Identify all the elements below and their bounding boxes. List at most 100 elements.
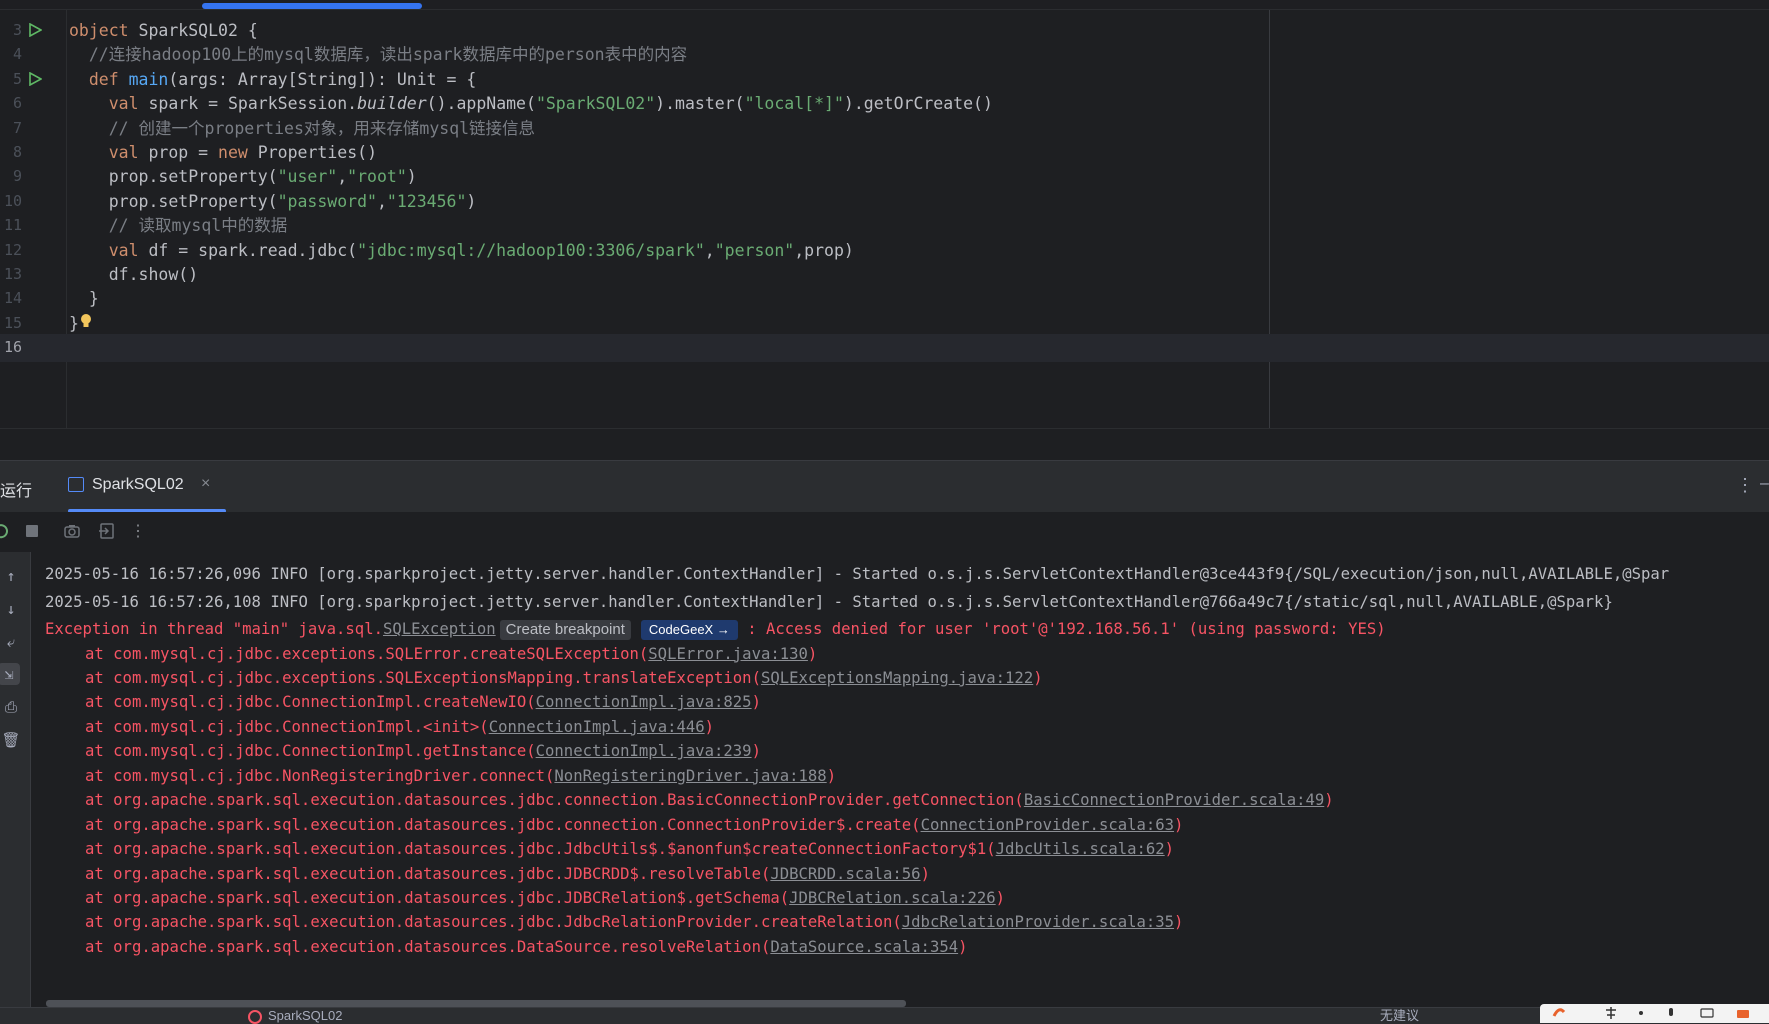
punctuation-icon[interactable] xyxy=(1634,1006,1648,1020)
stack-frame-close: ) xyxy=(751,693,761,712)
camera-icon[interactable] xyxy=(63,522,81,540)
stop-icon[interactable] xyxy=(23,522,41,540)
error-status-icon xyxy=(248,1009,262,1024)
code-token: } xyxy=(69,313,79,333)
run-toolbar: ⋮ xyxy=(0,512,1769,553)
status-bar: SparkSQL02 无建议 xyxy=(0,1007,1769,1024)
code-token: "SparkSQL02" xyxy=(535,94,656,114)
source-link[interactable]: ConnectionImpl.java:825 xyxy=(536,693,752,711)
code-token: , xyxy=(376,191,387,211)
exit-icon[interactable] xyxy=(98,522,116,540)
exception-line: Exception in thread "main" java.sql.SQLE… xyxy=(45,616,1386,644)
source-link[interactable]: SQLExceptionsMapping.java:122 xyxy=(761,669,1033,687)
editor-bottom-area xyxy=(0,428,1769,461)
code-token: , xyxy=(704,240,715,260)
source-link[interactable]: JDBCRDD.scala:56 xyxy=(770,865,920,883)
scroll-to-end-icon[interactable]: ⇲ xyxy=(0,663,20,685)
source-link[interactable]: ConnectionImpl.java:446 xyxy=(489,718,705,736)
stack-frame-close: ) xyxy=(1174,913,1184,932)
code-token: ) xyxy=(466,191,477,211)
toolbox-icon[interactable] xyxy=(1736,1006,1750,1020)
microphone-icon[interactable] xyxy=(1664,1006,1678,1020)
code-token: val xyxy=(108,143,139,162)
code-token: prop.setProperty( xyxy=(69,167,278,187)
stack-frame-text: at com.mysql.cj.jdbc.exceptions.SQLError… xyxy=(85,644,649,663)
source-link[interactable]: NonRegisteringDriver.java:188 xyxy=(554,767,826,785)
print-icon[interactable]: ⎙ xyxy=(0,696,22,718)
console-output[interactable]: 2025-05-16 16:57:26,096 INFO [org.sparkp… xyxy=(31,552,1769,1007)
code-token: df.show() xyxy=(69,265,199,284)
stack-frame-close: ) xyxy=(826,766,837,785)
run-gutter-icon[interactable] xyxy=(28,23,42,37)
stack-frame-close: ) xyxy=(995,889,1006,907)
code-token: Properties() xyxy=(247,143,377,162)
code-token: builder xyxy=(357,94,427,114)
status-run-indicator[interactable]: SparkSQL02 xyxy=(248,1008,342,1024)
stack-trace-line: at org.apache.spark.sql.execution.dataso… xyxy=(85,861,930,889)
exception-prefix: Exception in thread "main" java.sql. xyxy=(45,620,383,638)
close-icon[interactable]: × xyxy=(201,475,210,493)
lightbulb-icon[interactable] xyxy=(80,313,92,329)
code-line[interactable]: 16 xyxy=(0,334,1769,362)
code-token: (args: Array[String]): Unit = { xyxy=(168,69,477,89)
codegeex-button[interactable]: CodeGeeX → xyxy=(640,620,738,640)
more-options-icon[interactable]: ⋮ xyxy=(1736,475,1754,496)
line-number: 16 xyxy=(3,338,22,357)
code-token: ).getOrCreate() xyxy=(843,94,993,114)
more-options-icon[interactable]: ⋮ xyxy=(129,522,147,540)
keyboard-icon[interactable] xyxy=(1700,1006,1714,1020)
source-link[interactable]: ConnectionImpl.java:239 xyxy=(536,742,752,760)
source-link[interactable]: DataSource.scala:354 xyxy=(770,938,958,956)
console-line: 2025-05-16 16:57:26,108 INFO [org.sparkp… xyxy=(45,593,1613,611)
run-gutter-icon[interactable] xyxy=(28,71,42,86)
code-token: "user" xyxy=(277,167,338,187)
source-link[interactable]: JDBCRelation.scala:226 xyxy=(789,889,996,907)
rerun-icon[interactable] xyxy=(0,522,10,540)
hide-panel-icon[interactable]: – xyxy=(1760,475,1769,493)
console-side-toolbar: ↑ ↓ ⤶ ⇲ ⎙ 🗑 xyxy=(0,552,31,1007)
code-token: // 读取mysql中的数据 xyxy=(108,216,288,236)
stack-frame-text: at org.apache.spark.sql.execution.dataso… xyxy=(85,864,771,883)
code-token: "123456" xyxy=(386,191,467,211)
stack-frame-text: at org.apache.spark.sql.execution.dataso… xyxy=(85,913,902,932)
code-token: //连接hadoop100上的mysql数据库，读出spark数据库中的pers… xyxy=(88,45,688,65)
soft-wrap-icon[interactable]: ⤶ xyxy=(0,631,22,653)
stack-trace-line: at org.apache.spark.sql.execution.dataso… xyxy=(85,787,1334,815)
create-breakpoint-button[interactable]: Create breakpoint xyxy=(499,620,631,640)
ime-logo-icon[interactable] xyxy=(1552,1006,1566,1020)
code-token: val xyxy=(108,94,139,114)
horizontal-scrollbar[interactable] xyxy=(46,1000,906,1007)
stack-trace-line: at org.apache.spark.sql.execution.dataso… xyxy=(85,909,1183,937)
chinese-mode-icon[interactable] xyxy=(1604,1006,1618,1020)
stack-frame-text: at org.apache.spark.sql.execution.dataso… xyxy=(85,840,996,859)
tab-sparksql02[interactable]: SparkSQL02 × xyxy=(68,469,226,505)
system-tray xyxy=(1540,1004,1769,1023)
stack-trace-line: at com.mysql.cj.jdbc.ConnectionImpl.getI… xyxy=(85,738,761,766)
code-editor[interactable]: 3 object SparkSQL02 {4 //连接hadoop100上的mys… xyxy=(0,0,1769,428)
stack-frame-text: at org.apache.spark.sql.execution.dataso… xyxy=(85,937,771,956)
stack-frame-text: at com.mysql.cj.jdbc.NonRegisteringDrive… xyxy=(85,766,555,785)
stack-frame-close: ) xyxy=(751,742,761,761)
scroll-down-icon[interactable]: ↓ xyxy=(0,598,22,620)
code-token: df = spark.read.jdbc( xyxy=(138,240,358,260)
trash-icon[interactable]: 🗑 xyxy=(0,729,22,751)
exception-class-link[interactable]: SQLException xyxy=(383,620,496,638)
code-token: "root" xyxy=(347,167,407,187)
source-link[interactable]: BasicConnectionProvider.scala:49 xyxy=(1024,791,1324,809)
source-link[interactable]: JdbcRelationProvider.scala:35 xyxy=(902,913,1174,931)
code-token: ().appName( xyxy=(426,94,536,114)
scroll-up-icon[interactable]: ↑ xyxy=(0,565,22,587)
run-toolwindow-header: 运行 SparkSQL02 × ⋮ – xyxy=(0,460,1769,513)
source-link[interactable]: SQLError.java:130 xyxy=(648,645,808,663)
source-link[interactable]: ConnectionProvider.scala:63 xyxy=(921,816,1174,834)
code-token: , xyxy=(337,167,348,187)
source-link[interactable]: JdbcUtils.scala:62 xyxy=(996,840,1165,858)
code-token: SparkSQL02 { xyxy=(128,21,258,40)
console-line: 2025-05-16 16:57:26,096 INFO [org.sparkp… xyxy=(45,565,1670,583)
